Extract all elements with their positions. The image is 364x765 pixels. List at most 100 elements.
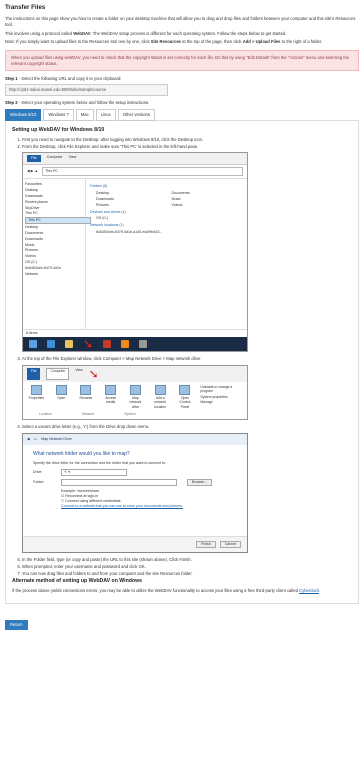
drive-value: Y: xyxy=(64,470,68,475)
steps-list: First you need to navigate to the Deskto… xyxy=(12,137,352,149)
explorer-body: Favourites Desktop Downloads Recent plac… xyxy=(23,179,247,330)
explorer-tab-computer: Computer xyxy=(46,155,63,160)
alternate-method-text: If the process above yields connections … xyxy=(12,588,352,594)
upload-files-term: Add > Upload Files xyxy=(242,39,281,45)
tab-other-versions[interactable]: Other versions xyxy=(117,109,155,122)
button-label: Open xyxy=(57,395,66,400)
note-text: Note: If you simply want to upload files… xyxy=(5,39,151,45)
group-label: Location xyxy=(39,412,52,417)
network-drive-icon xyxy=(129,384,141,395)
explorer-ribbon: File Computer View xyxy=(23,153,247,166)
button-label: Open Control Panel xyxy=(179,395,191,409)
panel-heading: Setting up WebDAV for Windows 8/10 xyxy=(12,127,105,134)
note-text: to the right of a folder. xyxy=(280,39,323,45)
dialog-instructions: Specify the drive letter for the connect… xyxy=(33,461,167,466)
nav-item: Desktop xyxy=(25,187,39,192)
button-label: Map network drive xyxy=(129,395,142,409)
nav-item: Downloads xyxy=(25,193,43,198)
list-item: When prompted, enter your username and p… xyxy=(22,564,352,570)
open-control-panel-button: Open Control Panel xyxy=(176,384,195,410)
add-network-location-button: Add a network location xyxy=(151,384,170,410)
page-title: Transfer Files xyxy=(5,4,46,11)
explorer-address-bar: ◀ ▶ ▲ This PC xyxy=(23,165,247,180)
webdav-term: WebDAV xyxy=(73,30,91,36)
nav-item: Pictures xyxy=(25,248,38,253)
ribbon-tab-computer: Computer xyxy=(46,367,70,380)
step-label: Step 1 xyxy=(5,76,18,82)
navigation-pane: Favourites Desktop Downloads Recent plac… xyxy=(23,179,91,330)
tab-windows-8-10[interactable]: Windows 8/10 xyxy=(5,109,42,122)
tab-mac[interactable]: Mac xyxy=(75,109,94,122)
file-explorer-icon xyxy=(65,339,73,348)
nav-item: Documents xyxy=(25,230,44,235)
tab-linux[interactable]: Linux xyxy=(95,109,116,122)
explorer-statusbar: 8 items xyxy=(23,329,247,337)
map-network-drive-button: Map network drive xyxy=(126,384,145,410)
finish-button: Finish xyxy=(196,541,216,549)
dialog-title: Map Network Drive xyxy=(41,436,72,441)
nav-item: Network xyxy=(25,271,39,276)
nav-item: Recent places xyxy=(25,199,48,204)
steps-list: Select a vacant drive letter (e.g., Y:) … xyxy=(12,424,352,430)
cyberduck-link[interactable]: Cyberduck xyxy=(299,588,319,593)
folder-item: Downloads xyxy=(96,196,114,201)
control-panel-icon xyxy=(179,384,191,395)
red-arrow-icon: ➘ xyxy=(88,366,99,381)
computer-ribbon-screenshot: File Computer View ➘ Properties Open Ren… xyxy=(22,364,248,421)
instructions-panel: Setting up WebDAV for Windows 8/10 First… xyxy=(5,120,359,604)
device-item: OS (C:) xyxy=(96,216,109,221)
rename-icon xyxy=(80,384,92,395)
open-button: Open xyxy=(52,384,71,401)
devices-heading: Devices and drives (1) xyxy=(90,209,126,214)
folder-item: Videos xyxy=(171,202,183,207)
alt-text-end: . xyxy=(319,588,321,594)
folder-item: Documents xyxy=(171,190,190,195)
checkbox-label: Connect using different credentials xyxy=(65,498,121,503)
list-item: First you need to navigate to the Deskto… xyxy=(22,137,352,143)
properties-icon xyxy=(30,384,42,395)
list-item: You can now drag files and folders to an… xyxy=(22,571,352,577)
explorer-content: Folders (6) Desktop Documents Downloads … xyxy=(86,179,247,329)
app-icon xyxy=(103,339,112,348)
alt-text: If the process above yields connections … xyxy=(12,588,300,594)
dialog-footer: Finish Cancel xyxy=(23,536,247,553)
drive-select: Y: ▾ xyxy=(61,469,127,476)
intro-paragraph-1: The instructions on this page show you h… xyxy=(5,16,356,28)
steps-list: In the Folder field, type (or copy and p… xyxy=(12,557,352,576)
nav-item: Music xyxy=(25,242,35,247)
properties-button: Properties xyxy=(27,384,46,401)
rename-button: Rename xyxy=(77,384,96,401)
uninstall-link: Uninstall or change a program xyxy=(200,384,233,394)
step-text: - Select the following URL and copy it t… xyxy=(17,76,122,82)
dialog-spacer xyxy=(33,508,237,530)
list-item: At the top of the File Explorer window, … xyxy=(22,356,352,362)
checkbox-label: Reconnect at sign-in xyxy=(65,493,98,498)
nav-item: 8c6453ceb-8479-4d1e xyxy=(25,265,61,270)
ie-icon xyxy=(47,339,55,348)
access-media-button: Access media xyxy=(101,384,120,405)
folder-item: Pictures xyxy=(96,202,109,207)
list-item: In the Folder field, type (or copy and p… xyxy=(22,557,352,563)
tab-windows-7[interactable]: Windows 7 xyxy=(43,109,74,122)
folder-input xyxy=(61,478,177,486)
nav-item: SkyDrive xyxy=(25,205,40,210)
intro-paragraph-2: This involves using a protocol called We… xyxy=(5,31,359,37)
dialog-heading: What network folder would you like to ma… xyxy=(33,450,130,457)
drive-label: Drive: xyxy=(33,470,43,475)
back-icon: ◀ xyxy=(27,436,30,441)
network-locations-heading: Network locations (1) xyxy=(90,223,124,228)
network-drive-icon: ▭ xyxy=(33,436,38,441)
nav-item: OS (C:) xyxy=(25,260,38,265)
ribbon-tab-file: File xyxy=(27,367,41,380)
nav-item: Videos xyxy=(25,254,36,259)
note-text: at the top of the page, then click xyxy=(180,39,243,45)
return-button[interactable]: Return xyxy=(5,619,28,630)
copyright-warning: When you upload files using webDAV, you … xyxy=(5,50,359,72)
list-item: Select a vacant drive letter (e.g., Y:) … xyxy=(22,424,352,430)
back-arrow-icon: ◀ ▶ ▲ xyxy=(27,169,39,174)
nav-item: Favourites xyxy=(25,182,42,187)
nav-item-selected: This PC xyxy=(25,217,91,225)
folder-label: Folder: xyxy=(33,480,45,485)
webdav-url-field[interactable]: http://cpd1-sakai.manel.edu:8080/dav/sam… xyxy=(5,84,168,96)
system-links: Uninstall or change a program System pro… xyxy=(200,385,243,405)
